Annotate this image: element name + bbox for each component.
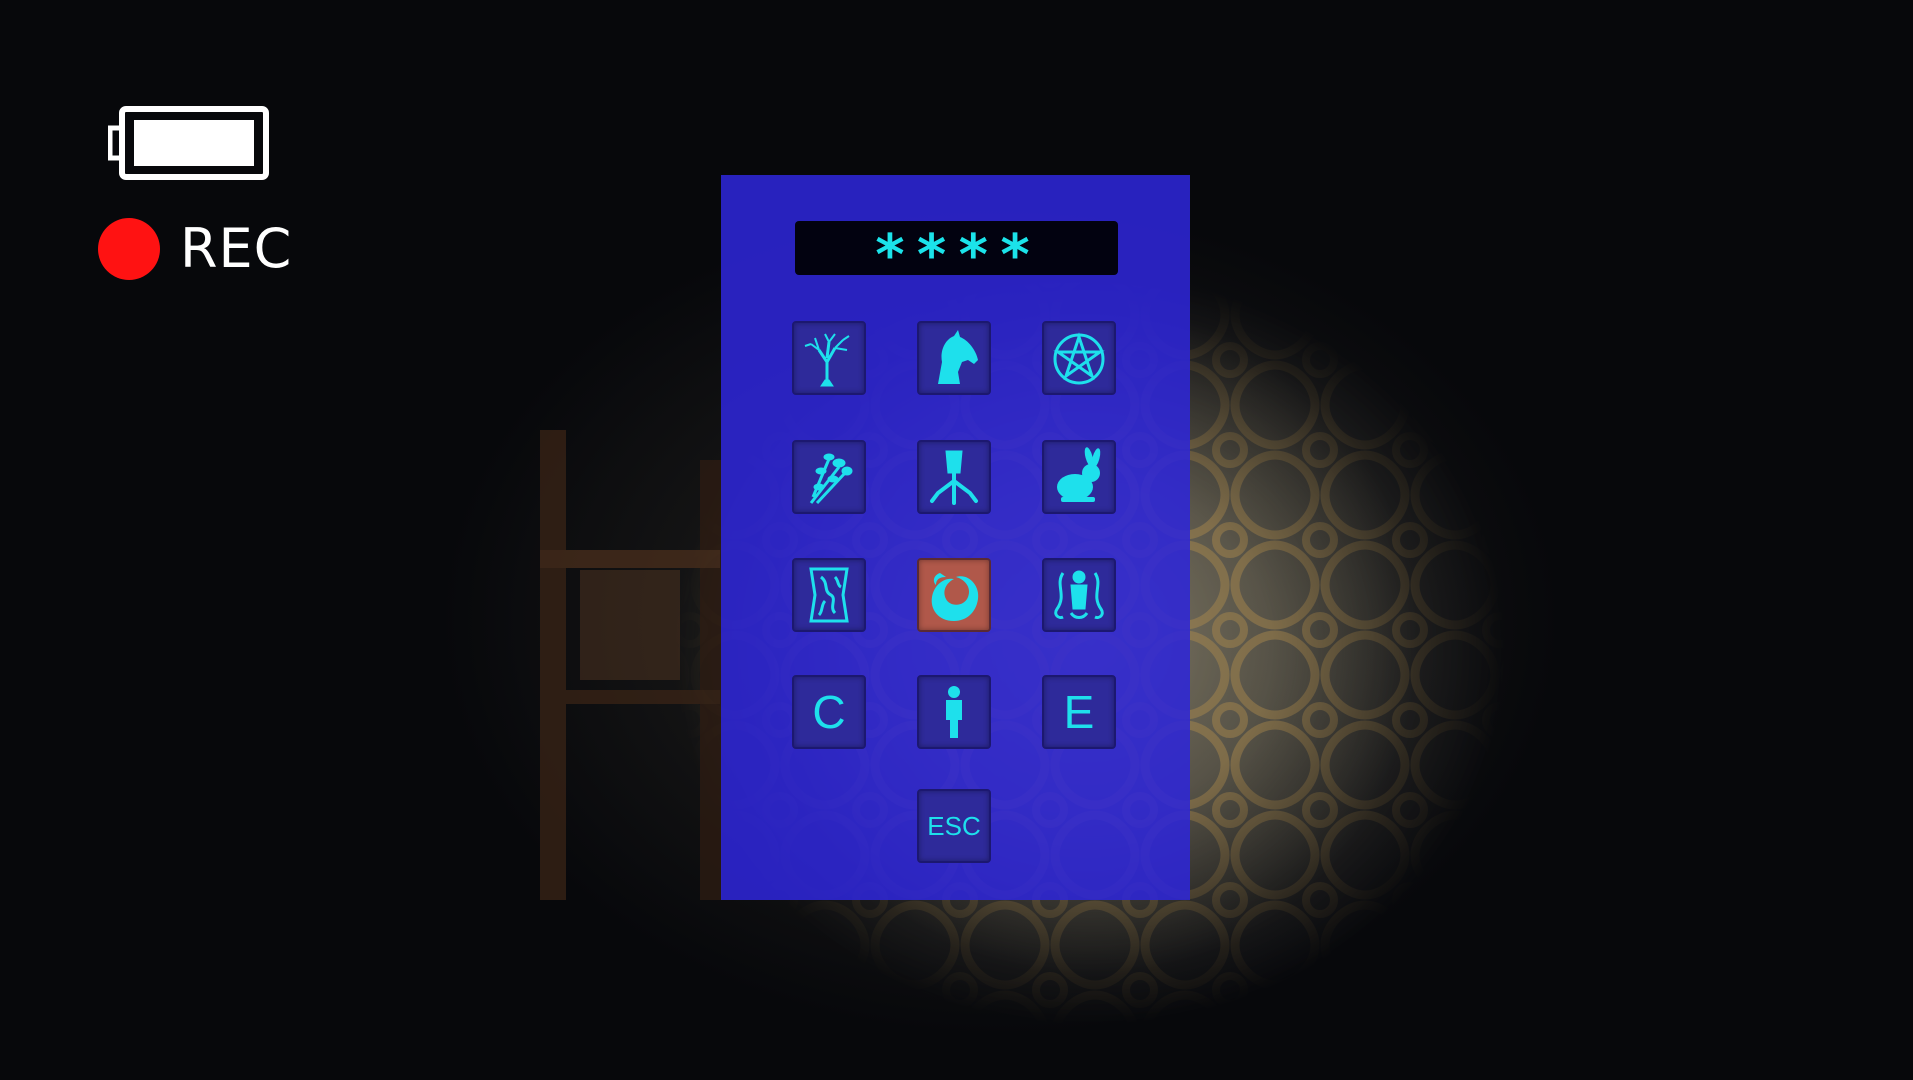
esc-button[interactable]: ESC [917,789,991,863]
code-display-text: **** [873,223,1040,288]
spirit-figure-icon [1054,570,1104,619]
key-carved-wood[interactable] [792,558,866,632]
herb-bundle-icon [809,453,853,505]
keypad-panel: **** C E ESC [721,175,1190,900]
key-c[interactable]: C [792,675,866,749]
key-pentagram[interactable] [1042,321,1116,395]
horse-head-icon [938,330,978,384]
swirl-icon [931,573,979,621]
key-swirl[interactable] [917,558,991,632]
key-horse-head[interactable] [917,321,991,395]
bird-claw-icon [930,450,978,505]
key-tree[interactable] [792,321,866,395]
key-spirit-figure[interactable] [1042,558,1116,632]
rec-label: REC [180,217,293,280]
carved-wood-icon [809,567,849,623]
code-display: **** [795,221,1118,284]
recording-indicator: REC [98,218,292,280]
tree-icon [804,333,850,387]
key-rabbit[interactable] [1042,440,1116,514]
key-c-label: C [812,686,846,738]
key-e[interactable]: E [1042,675,1116,749]
battery-icon [108,106,269,180]
pentagram-icon [1053,332,1105,385]
key-person[interactable] [917,675,991,749]
person-icon [946,686,962,738]
key-herb-bundle[interactable] [792,440,866,514]
key-e-label: E [1063,686,1095,738]
key-bird-claw[interactable] [917,440,991,514]
rabbit-icon [1057,447,1101,502]
esc-label: ESC [927,811,981,841]
record-dot-icon [98,218,160,280]
